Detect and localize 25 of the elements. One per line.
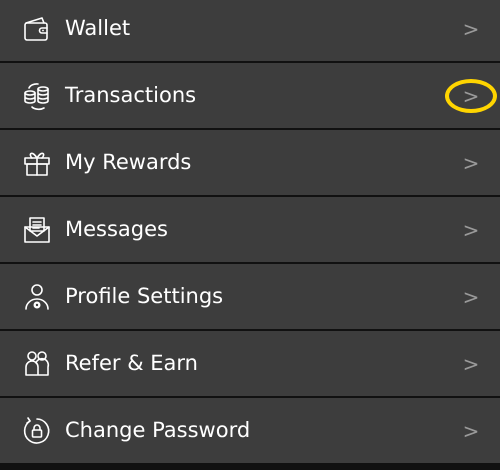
menu-label: Change Password	[65, 416, 252, 444]
people-icon	[22, 348, 52, 378]
coins-icon	[22, 80, 52, 110]
chevron-icon: >	[456, 150, 486, 176]
menu-item[interactable]: Wallet >	[0, 0, 500, 63]
chevron-icon: >	[445, 78, 497, 112]
chevron-icon: >	[456, 350, 486, 376]
menu-label: Profile Settings	[65, 282, 224, 310]
envelope-icon	[22, 214, 52, 244]
menu-label: Transactions	[65, 82, 198, 109]
lock-icon	[22, 416, 52, 446]
menu-item[interactable]: Refer & Earn >	[0, 331, 500, 398]
menu-label: Refer & Earn	[65, 350, 199, 377]
menu-item[interactable]: Change Password >	[0, 398, 500, 465]
menu-label: Wallet	[65, 14, 132, 42]
menu-label: Messages	[65, 216, 169, 243]
chevron-icon: >	[456, 284, 486, 310]
menu-label: My Rewards	[65, 148, 192, 176]
menu-item[interactable]: Profile Settings >	[0, 264, 500, 331]
menu-item[interactable]: My Rewards >	[0, 130, 500, 197]
chevron-icon: >	[456, 418, 486, 444]
chevron-icon: >	[456, 16, 486, 42]
chevron-icon: >	[456, 216, 486, 242]
menu-item[interactable]: Transactions >	[0, 63, 500, 130]
menu-item[interactable]: Messages >	[0, 197, 500, 264]
